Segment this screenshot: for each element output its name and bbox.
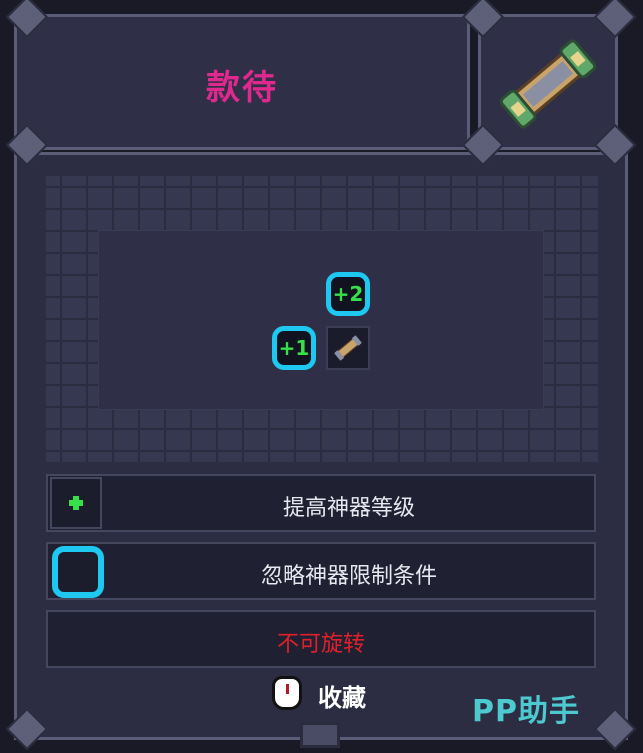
mouse-icon[interactable]	[272, 676, 302, 710]
no-rotate-label: 不可旋转	[276, 632, 365, 657]
cyan-ring-icon	[52, 546, 104, 598]
item-icon-panel	[478, 14, 618, 150]
bonus-bubble-plus1: +1	[272, 326, 316, 370]
favorite-label[interactable]: 收藏	[318, 678, 366, 713]
relic-scroll-icon	[334, 335, 362, 361]
bottom-tab	[300, 722, 340, 748]
relic-tile	[326, 326, 370, 370]
preview-area	[98, 230, 544, 410]
effect-label: 忽略神器限制条件	[260, 564, 437, 589]
effect-row-ignore-limits: 忽略神器限制条件	[46, 542, 596, 600]
warning-row: 不可旋转	[46, 610, 596, 668]
item-title: 款待	[206, 68, 278, 108]
effect-label: 提高神器等级	[282, 496, 415, 521]
bonus-bubble-plus2: +2	[326, 272, 370, 316]
pp-watermark: PP助手	[472, 694, 580, 729]
effect-row-level-up: 提高神器等级	[46, 474, 596, 532]
plus-icon	[50, 477, 102, 529]
relic-scroll-icon	[499, 39, 597, 129]
